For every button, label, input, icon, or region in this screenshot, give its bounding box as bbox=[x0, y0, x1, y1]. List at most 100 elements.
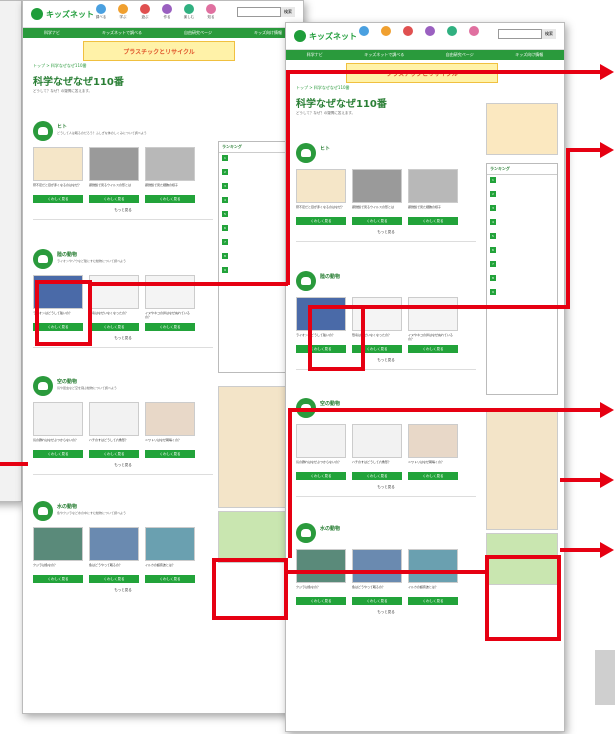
detail-button[interactable]: くわしく見る bbox=[408, 217, 458, 225]
ranking-item[interactable]: 3 bbox=[219, 181, 289, 195]
gnav-item-3[interactable]: 自由研究ページ bbox=[184, 30, 212, 36]
article-card[interactable]: ハチのすはどうして六角形？ くわしく見る bbox=[352, 424, 402, 480]
nav-icon-1[interactable]: 調べる bbox=[93, 4, 109, 24]
card-title: 寝不足だと目が赤くなるのはなぜ？ bbox=[296, 205, 345, 209]
detail-button[interactable]: くわしく見る bbox=[296, 597, 346, 605]
research-banner[interactable] bbox=[218, 511, 290, 563]
detail-button[interactable]: くわしく見る bbox=[33, 450, 83, 458]
article-card[interactable]: 顕微鏡で見た細胞の様子 くわしく見る bbox=[408, 169, 458, 225]
detail-button[interactable]: くわしく見る bbox=[33, 575, 83, 583]
ranking-item[interactable]: 3 bbox=[487, 203, 557, 217]
detail-button[interactable]: くわしく見る bbox=[408, 597, 458, 605]
gnav-item-4[interactable]: キッズ向け情報 bbox=[254, 30, 282, 36]
section-title: 水の動物 bbox=[320, 526, 341, 532]
gnav-item-4[interactable]: キッズ向け情報 bbox=[515, 52, 543, 58]
ranking-item[interactable]: 6 bbox=[219, 223, 289, 237]
article-card[interactable]: 顕微鏡で見るウイルスの形とは くわしく見る bbox=[89, 147, 139, 203]
more-link[interactable]: もっと見る bbox=[296, 610, 476, 615]
article-card[interactable]: ニワトリはなぜ朝鳴くの？ くわしく見る bbox=[145, 402, 195, 458]
detail-button[interactable]: くわしく見る bbox=[89, 195, 139, 203]
article-card[interactable]: 寝不足だと目が赤くなるのはなぜ？ くわしく見る bbox=[296, 169, 346, 225]
breadcrumb[interactable]: トップ > 科学なぜなぜ110番 bbox=[33, 63, 87, 69]
detail-button[interactable]: くわしく見る bbox=[352, 472, 402, 480]
ranking-item[interactable]: 7 bbox=[219, 237, 289, 251]
article-card[interactable]: イルカの超音波とは？ くわしく見る bbox=[145, 527, 195, 583]
more-link[interactable]: もっと見る bbox=[296, 485, 476, 490]
nav-icon-4[interactable]: 作る bbox=[159, 4, 175, 24]
highlight-box-side-banner bbox=[212, 558, 288, 620]
article-card[interactable]: クジラは魚なの？ くわしく見る bbox=[33, 527, 83, 583]
detail-button[interactable]: くわしく見る bbox=[296, 472, 346, 480]
ranking-item[interactable]: 9 bbox=[487, 287, 557, 301]
detail-button[interactable]: くわしく見る bbox=[408, 345, 458, 353]
search-button[interactable]: 検索 bbox=[280, 7, 295, 17]
ranking-item[interactable]: 8 bbox=[219, 251, 289, 265]
gnav-item-1[interactable]: 科学ナビ bbox=[307, 52, 323, 58]
more-link[interactable]: もっと見る bbox=[33, 588, 213, 593]
detail-button[interactable]: くわしく見る bbox=[145, 323, 195, 331]
ranking-item[interactable]: 7 bbox=[487, 259, 557, 273]
more-link[interactable]: もっと見る bbox=[296, 230, 476, 235]
article-card[interactable]: 顕微鏡で見た細胞の様子 くわしく見る bbox=[145, 147, 195, 203]
ranking-item[interactable]: 1 bbox=[487, 175, 557, 189]
more-link[interactable]: もっと見る bbox=[33, 208, 213, 213]
arrow-icon bbox=[600, 64, 614, 80]
card-title: クジラは魚なの？ bbox=[296, 585, 321, 589]
ranking-item[interactable]: 2 bbox=[487, 189, 557, 203]
side-top-banner[interactable] bbox=[486, 103, 558, 155]
article-card[interactable]: 寝不足だと目が赤くなるのはなぜ？ くわしく見る bbox=[33, 147, 83, 203]
article-card[interactable]: イルカの超音波とは？ くわしく見る bbox=[408, 549, 458, 605]
nav-icon-2[interactable]: 学ぶ bbox=[115, 4, 131, 24]
gnav-item-2[interactable]: キッズネットで調べる bbox=[364, 52, 404, 58]
top-banner[interactable]: プラスチックとリサイクル bbox=[83, 41, 235, 61]
detail-button[interactable]: くわしく見る bbox=[145, 575, 195, 583]
detail-button[interactable]: くわしく見る bbox=[296, 217, 346, 225]
ranking-item[interactable]: 5 bbox=[219, 209, 289, 223]
article-card[interactable]: 魚はどうやって眠るの？ くわしく見る bbox=[89, 527, 139, 583]
teacher-banner[interactable] bbox=[218, 386, 290, 508]
nav-icon-6[interactable]: 知る bbox=[203, 4, 219, 24]
site-logo[interactable]: キッズネット bbox=[31, 7, 94, 21]
article-card[interactable]: ニワトリはなぜ朝鳴くの？ くわしく見る bbox=[408, 424, 458, 480]
detail-button[interactable]: くわしく見る bbox=[408, 472, 458, 480]
detail-button[interactable]: くわしく見る bbox=[352, 217, 402, 225]
nav-icon-1[interactable] bbox=[356, 26, 372, 46]
detail-button[interactable]: くわしく見る bbox=[145, 450, 195, 458]
ranking-item[interactable]: 2 bbox=[219, 167, 289, 181]
article-card[interactable]: 鳥の群れはなぜぶつからないの？ くわしく見る bbox=[33, 402, 83, 458]
detail-button[interactable]: くわしく見る bbox=[89, 323, 139, 331]
search-button[interactable]: 検索 bbox=[541, 29, 556, 39]
gnav-item-1[interactable]: 科学ナビ bbox=[44, 30, 60, 36]
nav-icon-5[interactable]: 楽しむ bbox=[181, 4, 197, 24]
nav-icon-3[interactable] bbox=[400, 26, 416, 46]
gnav-item-2[interactable]: キッズネットで調べる bbox=[102, 30, 142, 36]
detail-button[interactable]: くわしく見る bbox=[145, 195, 195, 203]
site-logo[interactable]: キッズネット bbox=[294, 29, 357, 43]
ranking-item[interactable]: 9 bbox=[219, 265, 289, 279]
detail-button[interactable]: くわしく見る bbox=[33, 195, 83, 203]
article-card[interactable]: 魚はどうやって眠るの？ くわしく見る bbox=[352, 549, 402, 605]
article-card[interactable]: 顕微鏡で見るウイルスの形とは くわしく見る bbox=[352, 169, 402, 225]
ranking-item[interactable]: 4 bbox=[487, 217, 557, 231]
article-card[interactable]: 鳥の群れはなぜぶつからないの？ くわしく見る bbox=[296, 424, 346, 480]
ranking-item[interactable]: 6 bbox=[487, 245, 557, 259]
detail-button[interactable]: くわしく見る bbox=[89, 575, 139, 583]
nav-icon-2[interactable] bbox=[378, 26, 394, 46]
detail-button[interactable]: くわしく見る bbox=[352, 597, 402, 605]
breadcrumb[interactable]: トップ > 科学なぜなぜ110番 bbox=[296, 85, 350, 91]
red-line bbox=[0, 462, 28, 466]
ranking-item[interactable]: 8 bbox=[487, 273, 557, 287]
detail-button[interactable]: くわしく見る bbox=[89, 450, 139, 458]
nav-icon-5[interactable] bbox=[444, 26, 460, 46]
gnav-item-3[interactable]: 自由研究ページ bbox=[446, 52, 474, 58]
nav-icon-4[interactable] bbox=[422, 26, 438, 46]
article-card[interactable]: クジラは魚なの？ くわしく見る bbox=[296, 549, 346, 605]
ranking-item[interactable]: 4 bbox=[219, 195, 289, 209]
article-card[interactable]: ハチのすはどうして六角形？ くわしく見る bbox=[89, 402, 139, 458]
ranking-item[interactable]: 1 bbox=[219, 153, 289, 167]
more-link[interactable]: もっと見る bbox=[33, 463, 213, 468]
nav-icon-3[interactable]: 遊ぶ bbox=[137, 4, 153, 24]
ranking-item[interactable]: 5 bbox=[487, 231, 557, 245]
nav-icon-6[interactable] bbox=[466, 26, 482, 46]
teacher-banner[interactable] bbox=[486, 408, 558, 530]
